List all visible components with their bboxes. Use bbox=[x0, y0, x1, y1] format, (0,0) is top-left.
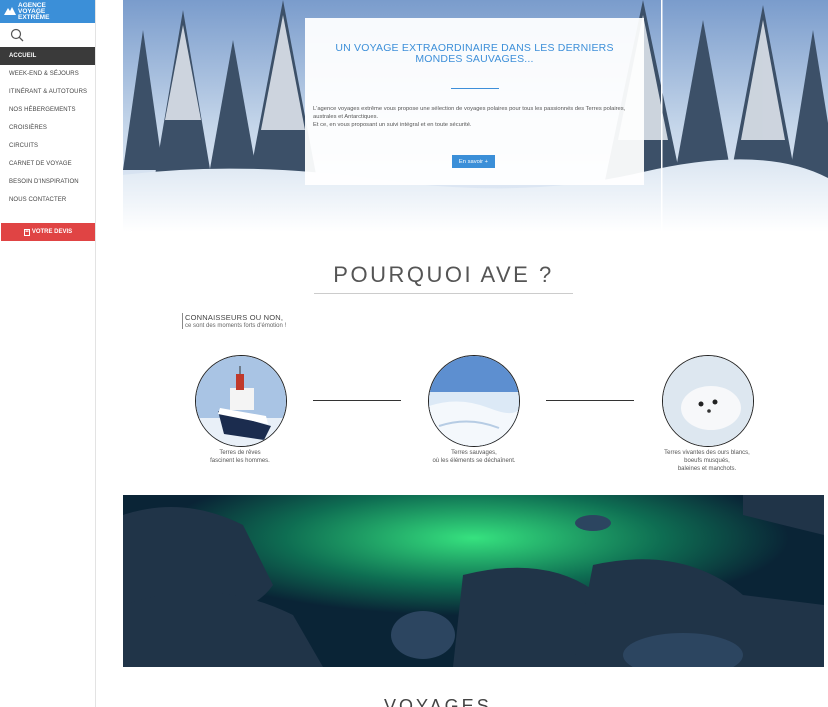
nav-item-inspiration[interactable]: BESOIN D'INSPIRATION bbox=[0, 173, 95, 191]
hero-divider bbox=[451, 88, 499, 89]
nav-item-croisieres[interactable]: CROISIÈRES bbox=[0, 119, 95, 137]
nav-item-carnet[interactable]: CARNET DE VOYAGE bbox=[0, 155, 95, 173]
ice-field-image bbox=[428, 355, 520, 447]
calculator-icon bbox=[23, 228, 30, 236]
intro-subtext: ce sont des moments forts d'émotion ! bbox=[185, 323, 287, 329]
hero-text-line2: Et ce, en vous proposant un suivi intégr… bbox=[313, 122, 472, 128]
nav-item-hebergements[interactable]: NOS HÉBERGEMENTS bbox=[0, 101, 95, 119]
seal-pup-image bbox=[662, 355, 754, 447]
intro-title: CONNAISSEURS OU NON, bbox=[185, 313, 284, 322]
main-nav: ACCUEIL WEEK-END & SÉJOURS ITINÉRANT & A… bbox=[0, 47, 95, 209]
ship-image bbox=[195, 355, 287, 447]
devis-label: VOTRE DEVIS bbox=[31, 229, 73, 235]
feature-caption: Terres sauvages, où les éléments se déch… bbox=[432, 450, 516, 464]
hero-banner: UN VOYAGE EXTRAORDINAIRE DANS LES DERNIE… bbox=[123, 0, 828, 232]
hero-card: UN VOYAGE EXTRAORDINAIRE DANS LES DERNIE… bbox=[305, 18, 644, 185]
feature-connector bbox=[313, 400, 401, 401]
hero-title: UN VOYAGE EXTRAORDINAIRE DANS LES DERNIE… bbox=[335, 42, 614, 65]
feature-caption: Terres vivantes des ours blancs, boeufs … bbox=[664, 450, 750, 472]
devis-button[interactable]: VOTRE DEVIS bbox=[1, 223, 95, 241]
nav-item-accueil[interactable]: ACCUEIL bbox=[0, 47, 95, 65]
intro-block: CONNAISSEURS OU NON, ce sont des moments… bbox=[182, 313, 286, 329]
hero-text: L'agence voyages extrême vous propose un… bbox=[313, 105, 638, 129]
sidebar: AGENCE VOYAGE EXTRÊME ACCUEIL WEEK-END &… bbox=[0, 0, 96, 707]
nav-item-circuits[interactable]: CIRCUITS bbox=[0, 137, 95, 155]
section-title: POURQUOI AVE ? bbox=[333, 262, 554, 287]
nav-item-weekend[interactable]: WEEK-END & SÉJOURS bbox=[0, 65, 95, 83]
search-button[interactable] bbox=[0, 23, 95, 47]
next-section-title: VOYAGES bbox=[384, 696, 492, 707]
nav-item-contact[interactable]: NOUS CONTACTER bbox=[0, 191, 95, 209]
feature-caption: Terres de rêves fascinent les hommes. bbox=[210, 450, 270, 464]
search-icon bbox=[10, 28, 24, 42]
nav-item-itinerant[interactable]: ITINÉRANT & AUTOTOURS bbox=[0, 83, 95, 101]
mountain-icon bbox=[4, 7, 16, 15]
feature-connector bbox=[546, 400, 634, 401]
hero-text-line1: L'agence voyages extrême vous propose un… bbox=[313, 106, 626, 120]
en-savoir-plus-button[interactable]: En savoir + bbox=[452, 155, 495, 168]
logo[interactable]: AGENCE VOYAGE EXTRÊME bbox=[0, 0, 95, 23]
logo-line3: EXTRÊME bbox=[18, 13, 50, 21]
section-divider bbox=[314, 293, 573, 294]
aurora-image bbox=[123, 495, 824, 667]
